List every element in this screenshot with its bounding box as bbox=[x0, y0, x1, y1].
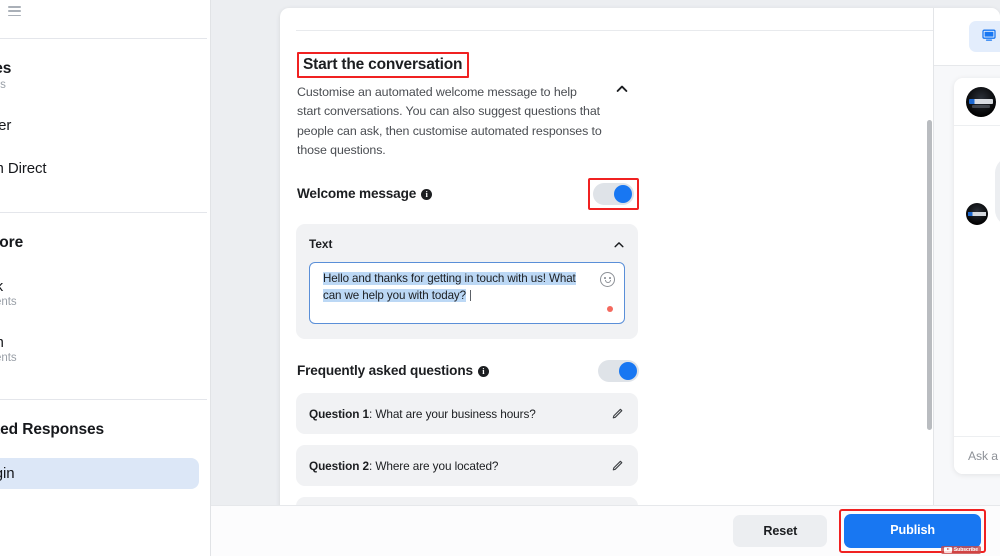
chat-plugin-settings-card: Start the conversation Customise an auto… bbox=[280, 8, 1000, 556]
settings-pane: Start the conversation Customise an auto… bbox=[280, 31, 653, 513]
welcome-message-row: Welcome message i bbox=[297, 178, 639, 211]
settings-scrollbar[interactable] bbox=[927, 120, 932, 430]
sidebar-group-ads: Ads & More Facebook Post comments Instag… bbox=[0, 213, 207, 377]
chat-input-placeholder: Ask a question... bbox=[968, 448, 1000, 463]
welcome-toggle-highlight bbox=[588, 178, 639, 211]
welcome-message-toggle[interactable] bbox=[593, 183, 634, 206]
chevron-up-icon[interactable] bbox=[613, 238, 625, 250]
sidebar-item-instagram[interactable]: Instagram Post comments bbox=[0, 327, 199, 371]
text-card-title: Text bbox=[309, 237, 333, 252]
faq-row: Frequently asked questions i bbox=[297, 360, 639, 383]
publish-button[interactable]: Publish bbox=[844, 514, 981, 548]
sidebar-group-automated: Automated Responses Chat Plugin Email bbox=[0, 400, 207, 538]
section-title: Start the conversation bbox=[297, 52, 470, 79]
sidebar-item-automated-responses: Automated Responses bbox=[0, 414, 199, 446]
faq-label: Frequently asked questions i bbox=[297, 362, 489, 380]
quick-reply-chips: What are your business hours? Where are … bbox=[954, 303, 1000, 426]
left-sidebar: Messages All messages Messenger Instagra… bbox=[0, 0, 211, 556]
info-icon[interactable]: i bbox=[421, 189, 433, 201]
publish-button-highlight: Publish Subscribe bbox=[839, 509, 986, 554]
faq-item-1[interactable]: Question 1: What are your business hours… bbox=[296, 393, 638, 435]
sidebar-item-email[interactable]: Email bbox=[0, 501, 199, 532]
welcome-message-label: Welcome message i bbox=[297, 185, 433, 203]
sidebar-item-messenger[interactable]: Messenger bbox=[0, 110, 199, 141]
welcome-text-input[interactable]: Hello and thanks for getting in touch wi… bbox=[309, 262, 625, 325]
chat-body: 10:40 Hello and thanks for getting in to… bbox=[954, 126, 1000, 436]
sidebar-item-label: Facebook bbox=[0, 278, 183, 295]
footer-actions: Reset Publish Subscribe bbox=[211, 505, 1000, 556]
start-conversation-section: Start the conversation Customise an auto… bbox=[296, 31, 653, 160]
reset-button[interactable]: Reset bbox=[733, 515, 828, 547]
chat-widget-preview: Syndeo Powered by Messenger 10:40 bbox=[954, 78, 1000, 474]
play-icon bbox=[943, 546, 952, 553]
faq-item-text: Question 2: Where are you located? bbox=[309, 458, 499, 473]
chevron-up-icon[interactable] bbox=[615, 82, 629, 96]
hamburger-menu-icon[interactable] bbox=[8, 6, 21, 16]
sidebar-item-sub: Post comments bbox=[0, 352, 17, 364]
sidebar-item-instagram-direct[interactable]: Instagram Direct bbox=[0, 153, 199, 184]
sidebar-item-label: Instagram Direct bbox=[0, 160, 47, 177]
section-description: Customise an automated welcome message t… bbox=[297, 85, 602, 158]
faq-item-2[interactable]: Question 2: Where are you located? bbox=[296, 445, 638, 487]
sidebar-item-facebook[interactable]: Facebook Post comments bbox=[0, 271, 199, 315]
sidebar-group-messages: Messages All messages Messenger Instagra… bbox=[0, 39, 207, 190]
app-root: Messages All messages Messenger Instagra… bbox=[0, 0, 1000, 556]
sidebar-item-label: Messages bbox=[0, 60, 12, 77]
pencil-icon[interactable] bbox=[610, 459, 624, 473]
toggle-knob bbox=[614, 185, 632, 204]
sidebar-item-label: Messenger bbox=[0, 117, 12, 134]
sidebar-item-chat-plugin[interactable]: Chat Plugin bbox=[0, 458, 199, 489]
pencil-icon[interactable] bbox=[610, 407, 624, 421]
welcome-text-value: Hello and thanks for getting in touch wi… bbox=[323, 272, 576, 302]
sidebar-item-sub: Post comments bbox=[0, 296, 17, 308]
chat-input-bar[interactable]: Ask a question... bbox=[954, 436, 1000, 474]
emoji-smiley-icon[interactable] bbox=[600, 272, 615, 288]
sidebar-group-label: Automated Responses bbox=[0, 421, 105, 438]
status-dot bbox=[606, 305, 613, 313]
sidebar-item-sub: All messages bbox=[0, 79, 6, 91]
toggle-knob bbox=[619, 362, 637, 381]
monitor-icon bbox=[982, 28, 997, 45]
sidebar-group-label: Ads & More bbox=[0, 234, 24, 251]
sidebar-item-label: Email bbox=[0, 508, 183, 525]
text-caret bbox=[469, 289, 471, 301]
preview-tabs: Desktop preview Mobile preview bbox=[934, 8, 1000, 66]
tab-desktop-preview[interactable]: Desktop preview bbox=[969, 21, 1000, 52]
sidebar-item-ads-and-more: Ads & More bbox=[0, 227, 199, 259]
chat-header: Syndeo Powered by Messenger bbox=[954, 78, 1000, 126]
avatar bbox=[966, 86, 996, 117]
sidebar-item-messages[interactable]: Messages All messages bbox=[0, 53, 199, 98]
preview-pane: Desktop preview Mobile preview bbox=[933, 8, 1000, 513]
welcome-text-card: Text Hello and thanks for getting in tou… bbox=[296, 224, 638, 340]
chat-timestamp: 10:40 bbox=[966, 138, 1000, 149]
avatar bbox=[966, 203, 988, 226]
incoming-message-row: Hello and thanks for getting in touch wi… bbox=[966, 157, 1000, 227]
faq-toggle[interactable] bbox=[598, 360, 639, 383]
subscribe-watermark: Subscribe bbox=[940, 545, 981, 554]
faq-item-text: Question 1: What are your business hours… bbox=[309, 406, 536, 421]
sidebar-item-label: Instagram bbox=[0, 334, 183, 351]
sidebar-item-label: Chat Plugin bbox=[0, 465, 15, 482]
info-icon[interactable]: i bbox=[477, 366, 489, 378]
incoming-message-bubble: Hello and thanks for getting in touch wi… bbox=[995, 157, 1000, 227]
